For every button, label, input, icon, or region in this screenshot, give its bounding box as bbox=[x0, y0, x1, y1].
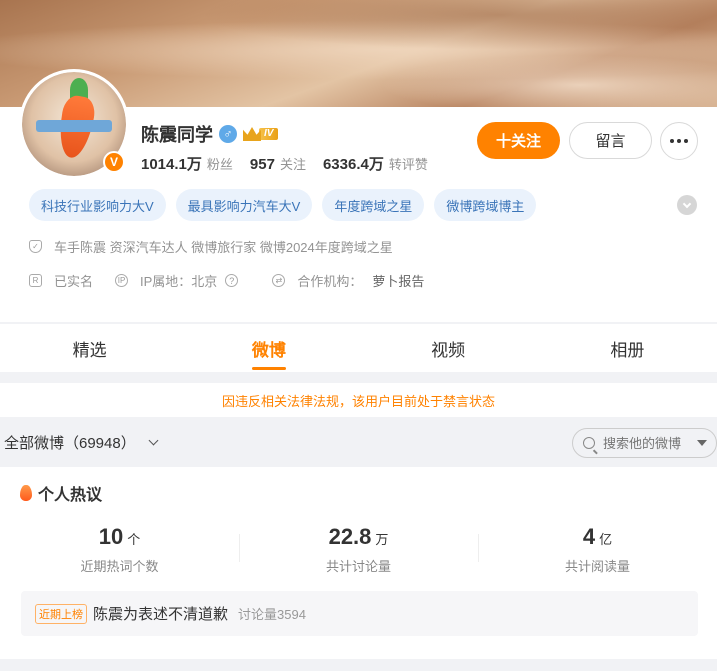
partner-label: 合作机构： bbox=[297, 274, 363, 289]
metric-unit: 亿 bbox=[599, 532, 613, 547]
tag-list: 科技行业影响力大V 最具影响力汽车大V 年度跨域之星 微博跨域博主 bbox=[29, 189, 537, 221]
user-name: 陈震同学 bbox=[141, 125, 213, 145]
feed-filter-dropdown[interactable]: 全部微博（69948） bbox=[4, 432, 159, 453]
info-row: R 已实名 IP IP属地：北京 ? ⇄ 合作机构： 萝卜报告 bbox=[29, 271, 424, 290]
hot-topic-count: 讨论量3594 bbox=[238, 607, 306, 622]
metric-label: 共计阅读量 bbox=[564, 559, 630, 574]
metric-unit: 个 bbox=[127, 532, 141, 547]
tag-item[interactable]: 科技行业影响力大V bbox=[29, 189, 166, 221]
ip-icon: IP bbox=[115, 274, 129, 287]
verified-text: 已实名 bbox=[54, 274, 94, 289]
male-gender-icon: ♂ bbox=[219, 125, 237, 143]
tag-item[interactable]: 年度跨域之星 bbox=[322, 189, 425, 221]
shield-icon: ✓ bbox=[29, 240, 42, 253]
tag-item[interactable]: 微博跨域博主 bbox=[434, 189, 537, 221]
vip-level-badge[interactable]: IV bbox=[243, 126, 279, 142]
search-box[interactable] bbox=[572, 428, 717, 458]
tag-item[interactable]: 最具影响力汽车大V bbox=[175, 189, 313, 221]
tab-featured[interactable]: 精选 bbox=[0, 324, 179, 372]
likes-label: 转评赞 bbox=[388, 157, 428, 172]
hot-metrics: 10 个 近期热词个数 22.8 万 共计讨论量 4亿 共计阅读量 bbox=[0, 524, 717, 575]
trending-badge: 近期上榜 bbox=[35, 603, 87, 624]
tab-album[interactable]: 相册 bbox=[538, 324, 717, 372]
bio-row: ✓ 车手陈震 资深汽车达人 微博旅行家 微博2024年度跨域之星 bbox=[29, 237, 393, 256]
verified-badge-icon: V bbox=[103, 151, 125, 173]
flame-icon bbox=[20, 485, 32, 501]
id-card-icon: R bbox=[29, 274, 42, 287]
level-label: IV bbox=[259, 128, 279, 140]
following-label[interactable]: 关注 bbox=[280, 154, 306, 173]
metric-label: 共计讨论量 bbox=[325, 559, 391, 574]
search-input[interactable] bbox=[603, 435, 693, 451]
followers-count[interactable]: 1014.1万 bbox=[141, 153, 202, 174]
metric-item: 4亿 共计阅读量 bbox=[478, 524, 717, 575]
hot-topic-text: 陈震为表述不清道歉 bbox=[93, 606, 229, 623]
ip-location: IP属地：北京 bbox=[140, 274, 218, 289]
tab-weibo[interactable]: 微博 bbox=[179, 324, 358, 372]
metric-value: 10 bbox=[98, 524, 124, 549]
hot-title-text: 个人热议 bbox=[38, 487, 103, 504]
metric-unit: 万 bbox=[375, 532, 389, 547]
follow-button[interactable]: 十关注 bbox=[477, 122, 560, 159]
likes-count: 6336.4万 bbox=[322, 156, 384, 173]
metric-item: 10 个 近期热词个数 bbox=[0, 524, 239, 575]
question-icon[interactable]: ? bbox=[225, 274, 239, 287]
feed-title: 全部微博（69948） bbox=[4, 434, 136, 452]
hot-topics-panel: 个人热议 10 个 近期热词个数 22.8 万 共计讨论量 4亿 共计阅读量 近期上… bbox=[0, 467, 717, 659]
search-icon bbox=[583, 437, 595, 449]
followers-label[interactable]: 粉丝 bbox=[207, 154, 233, 173]
metric-item: 22.8 万 共计讨论量 bbox=[239, 524, 478, 575]
more-icon[interactable] bbox=[660, 122, 698, 160]
chevron-down-icon bbox=[148, 435, 159, 445]
tab-video[interactable]: 视频 bbox=[359, 324, 538, 372]
expand-icon[interactable] bbox=[677, 195, 697, 215]
following-count[interactable]: 957 bbox=[250, 156, 275, 173]
feed-bar: 全部微博（69948） bbox=[0, 419, 717, 465]
bio-text: 车手陈震 资深汽车达人 微博旅行家 微博2024年度跨域之星 bbox=[54, 240, 393, 255]
ban-notice: 因违反相关法律法规，该用户目前处于禁言状态 bbox=[0, 383, 717, 417]
stats-row: 1014.1万 粉丝 957 关注 6336.4万 转评赞 bbox=[141, 153, 440, 174]
hot-title: 个人热议 bbox=[20, 481, 102, 505]
metric-label: 近期热词个数 bbox=[80, 559, 159, 574]
profile-tabs: 精选 微博 视频 相册 bbox=[0, 324, 717, 372]
name-row: 陈震同学 ♂ IV bbox=[141, 121, 279, 147]
metric-value: 22.8 bbox=[328, 524, 372, 549]
hot-topic-item[interactable]: 近期上榜 陈震为表述不清道歉 讨论量3594 bbox=[21, 591, 698, 636]
caret-down-icon[interactable] bbox=[697, 440, 707, 446]
partner-value[interactable]: 萝卜报告 bbox=[372, 271, 424, 290]
message-button[interactable]: 留言 bbox=[569, 122, 652, 159]
handshake-icon: ⇄ bbox=[272, 274, 286, 287]
metric-value: 4 bbox=[582, 524, 596, 549]
